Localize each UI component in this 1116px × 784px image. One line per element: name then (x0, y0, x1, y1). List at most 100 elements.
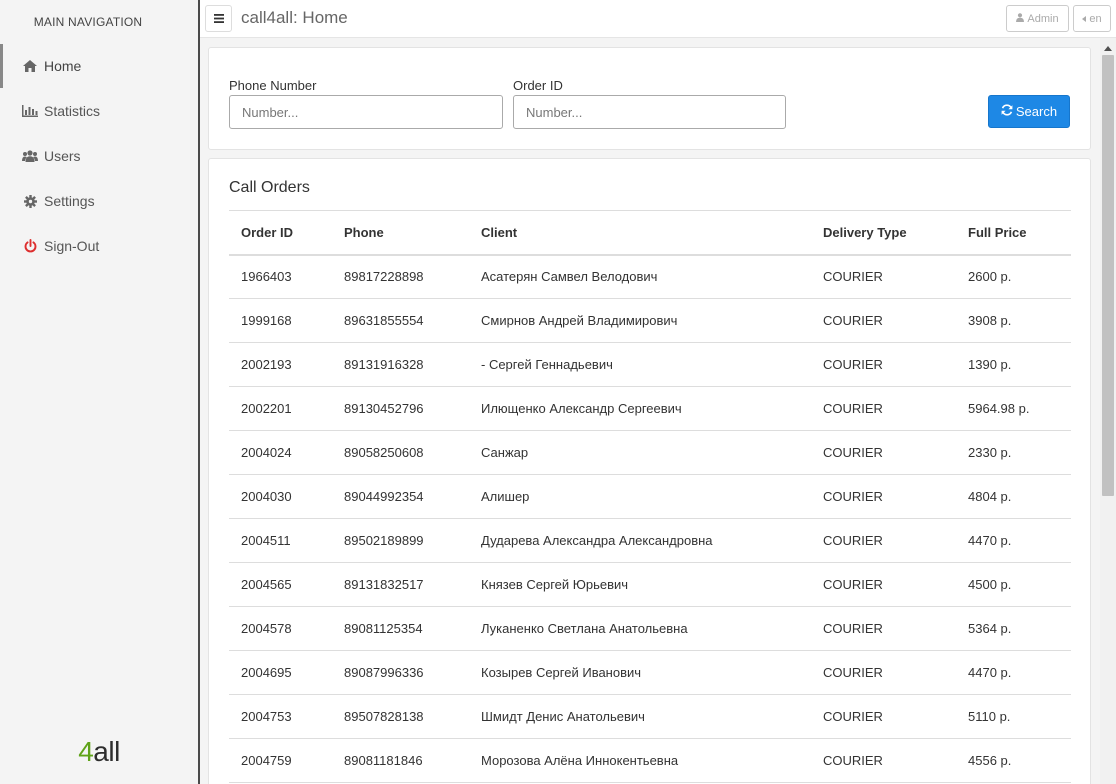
search-button[interactable]: Search (988, 95, 1070, 128)
logo-part-2: all (93, 736, 120, 767)
delivery-type-cell: COURIER (811, 254, 956, 299)
full-price-cell: 4500 р. (956, 562, 1071, 607)
language-button[interactable]: en (1073, 5, 1111, 32)
delivery-type-cell: COURIER (811, 518, 956, 563)
sidebar-item-label: Statistics (44, 103, 101, 119)
phone-cell: 89502189899 (332, 518, 469, 563)
column-header-order-id[interactable]: Order ID (229, 210, 332, 256)
user-icon (1016, 12, 1025, 25)
order-id-cell: 2004759 (229, 738, 332, 783)
table-row[interactable]: 1966403 89817228898 Асатерян Самвел Велодо… (229, 254, 1071, 299)
admin-button[interactable]: Admin (1006, 5, 1069, 32)
hamburger-icon (213, 11, 224, 26)
table-row[interactable]: 2004578 89081125354 Луканенко Светлана Ана… (229, 606, 1071, 651)
delivery-type-cell: COURIER (811, 562, 956, 607)
client-cell: Асатерян Самвел Велодович (469, 254, 811, 299)
delivery-type-cell: COURIER (811, 694, 956, 739)
scroll-up-arrow[interactable] (1100, 38, 1116, 54)
caret-up-icon (1104, 39, 1112, 54)
orders-table-body: 1966403 89817228898 Асатерян Самвел Велодо… (229, 254, 1071, 783)
full-price-cell: 4556 р. (956, 738, 1071, 783)
client-cell: Дударева Александра Александровна (469, 518, 811, 563)
admin-label: Admin (1027, 12, 1059, 25)
delivery-type-cell: COURIER (811, 430, 956, 475)
table-row[interactable]: 2002201 89130452796 Илющенко Александр Сер… (229, 386, 1071, 431)
client-cell: Смирнов Андрей Владимирович (469, 298, 811, 343)
home-icon (22, 58, 38, 74)
table-header-row: Order ID Phone Client Delivery Type Full… (229, 210, 1071, 256)
sidebar-item-users[interactable]: Users (0, 134, 198, 178)
client-cell: Шмидт Денис Анатольевич (469, 694, 811, 739)
phone-cell: 89507828138 (332, 694, 469, 739)
full-price-cell: 2600 р. (956, 254, 1071, 299)
table-row[interactable]: 2004024 89058250608 Санжар COURIER 2330 р. (229, 430, 1071, 475)
orders-panel: Call Orders Order ID Phone Client Delive… (208, 158, 1091, 784)
client-cell: Козырев Сергей Иванович (469, 650, 811, 695)
order-id-cell: 2004030 (229, 474, 332, 519)
phone-number-input[interactable] (229, 95, 503, 129)
table-row[interactable]: 1999168 89631855554 Смирнов Андрей Владими… (229, 298, 1071, 343)
page-title: call4all: Home (241, 8, 348, 27)
phone-cell: 89631855554 (332, 298, 469, 343)
order-id-input[interactable] (513, 95, 786, 129)
table-row[interactable]: 2004030 89044992354 Алишер COURIER 4804 р. (229, 474, 1071, 519)
search-button-label: Search (1015, 104, 1058, 119)
client-cell: Санжар (469, 430, 811, 475)
client-cell: Князев Сергей Юрьевич (469, 562, 811, 607)
caret-left-icon (1082, 13, 1087, 25)
sidebar-item-settings[interactable]: Settings (0, 179, 198, 223)
order-id-cell: 2002201 (229, 386, 332, 431)
full-price-cell: 2330 р. (956, 430, 1071, 475)
client-cell: - Сергей Геннадьевич (469, 342, 811, 387)
order-id-cell: 2004753 (229, 694, 332, 739)
column-header-delivery-type[interactable]: Delivery Type (811, 210, 956, 256)
page-scrollbar[interactable] (1100, 38, 1116, 784)
power-icon (22, 238, 38, 254)
menu-toggle-button[interactable] (205, 5, 232, 32)
column-header-full-price[interactable]: Full Price (956, 210, 1071, 256)
sidebar-item-home[interactable]: Home (0, 44, 198, 88)
full-price-cell: 4470 р. (956, 650, 1071, 695)
sidebar-item-label: Settings (44, 193, 95, 209)
column-header-client[interactable]: Client (469, 210, 811, 256)
orders-title: Call Orders (229, 179, 310, 196)
phone-number-label: Phone Number (229, 78, 317, 93)
order-id-cell: 2004024 (229, 430, 332, 475)
full-price-cell: 5364 р. (956, 606, 1071, 651)
table-row[interactable]: 2004759 89081181846 Морозова Алёна Иннокен… (229, 738, 1071, 783)
sidebar-item-label: Sign-Out (44, 238, 100, 254)
column-header-phone[interactable]: Phone (332, 210, 469, 256)
phone-cell: 89081125354 (332, 606, 469, 651)
full-price-cell: 4470 р. (956, 518, 1071, 563)
sidebar-item-label: Home (44, 58, 82, 74)
table-row[interactable]: 2004511 89502189899 Дударева Александра Ал… (229, 518, 1071, 563)
full-price-cell: 4804 р. (956, 474, 1071, 519)
order-id-cell: 2004565 (229, 562, 332, 607)
table-row[interactable]: 2004565 89131832517 Князев Сергей Юрьевич C… (229, 562, 1071, 607)
delivery-type-cell: COURIER (811, 298, 956, 343)
brand-logo: 4all (0, 736, 198, 768)
order-id-cell: 2004578 (229, 606, 332, 651)
delivery-type-cell: COURIER (811, 606, 956, 651)
phone-cell: 89087996336 (332, 650, 469, 695)
client-cell: Луканенко Светлана Анатольевна (469, 606, 811, 651)
sidebar: MAIN NAVIGATION Home Statistics Users Se… (0, 0, 198, 784)
nav-title: MAIN NAVIGATION (33, 15, 143, 29)
sidebar-item-sign-out[interactable]: Sign-Out (0, 224, 198, 268)
main-content: Phone Number Order ID Search Call Orders… (200, 38, 1100, 784)
delivery-type-cell: COURIER (811, 738, 956, 783)
delivery-type-cell: COURIER (811, 342, 956, 387)
search-panel: Phone Number Order ID Search (208, 47, 1091, 150)
top-header: call4all: Home Admin en (200, 0, 1116, 38)
table-row[interactable]: 2002193 89131916328- Сергей Геннадьевич CO… (229, 342, 1071, 387)
gear-icon (22, 193, 38, 209)
orders-table: Order ID Phone Client Delivery Type Full… (229, 210, 1071, 783)
table-row[interactable]: 2004695 89087996336 Козырев Сергей Иванови… (229, 650, 1071, 695)
client-cell: Алишер (469, 474, 811, 519)
delivery-type-cell: COURIER (811, 650, 956, 695)
phone-cell: 89044992354 (332, 474, 469, 519)
scroll-thumb[interactable] (1102, 55, 1114, 496)
full-price-cell: 5964.98 р. (956, 386, 1071, 431)
table-row[interactable]: 2004753 89507828138 Шмидт Денис Анатольеви… (229, 694, 1071, 739)
sidebar-item-statistics[interactable]: Statistics (0, 89, 198, 133)
